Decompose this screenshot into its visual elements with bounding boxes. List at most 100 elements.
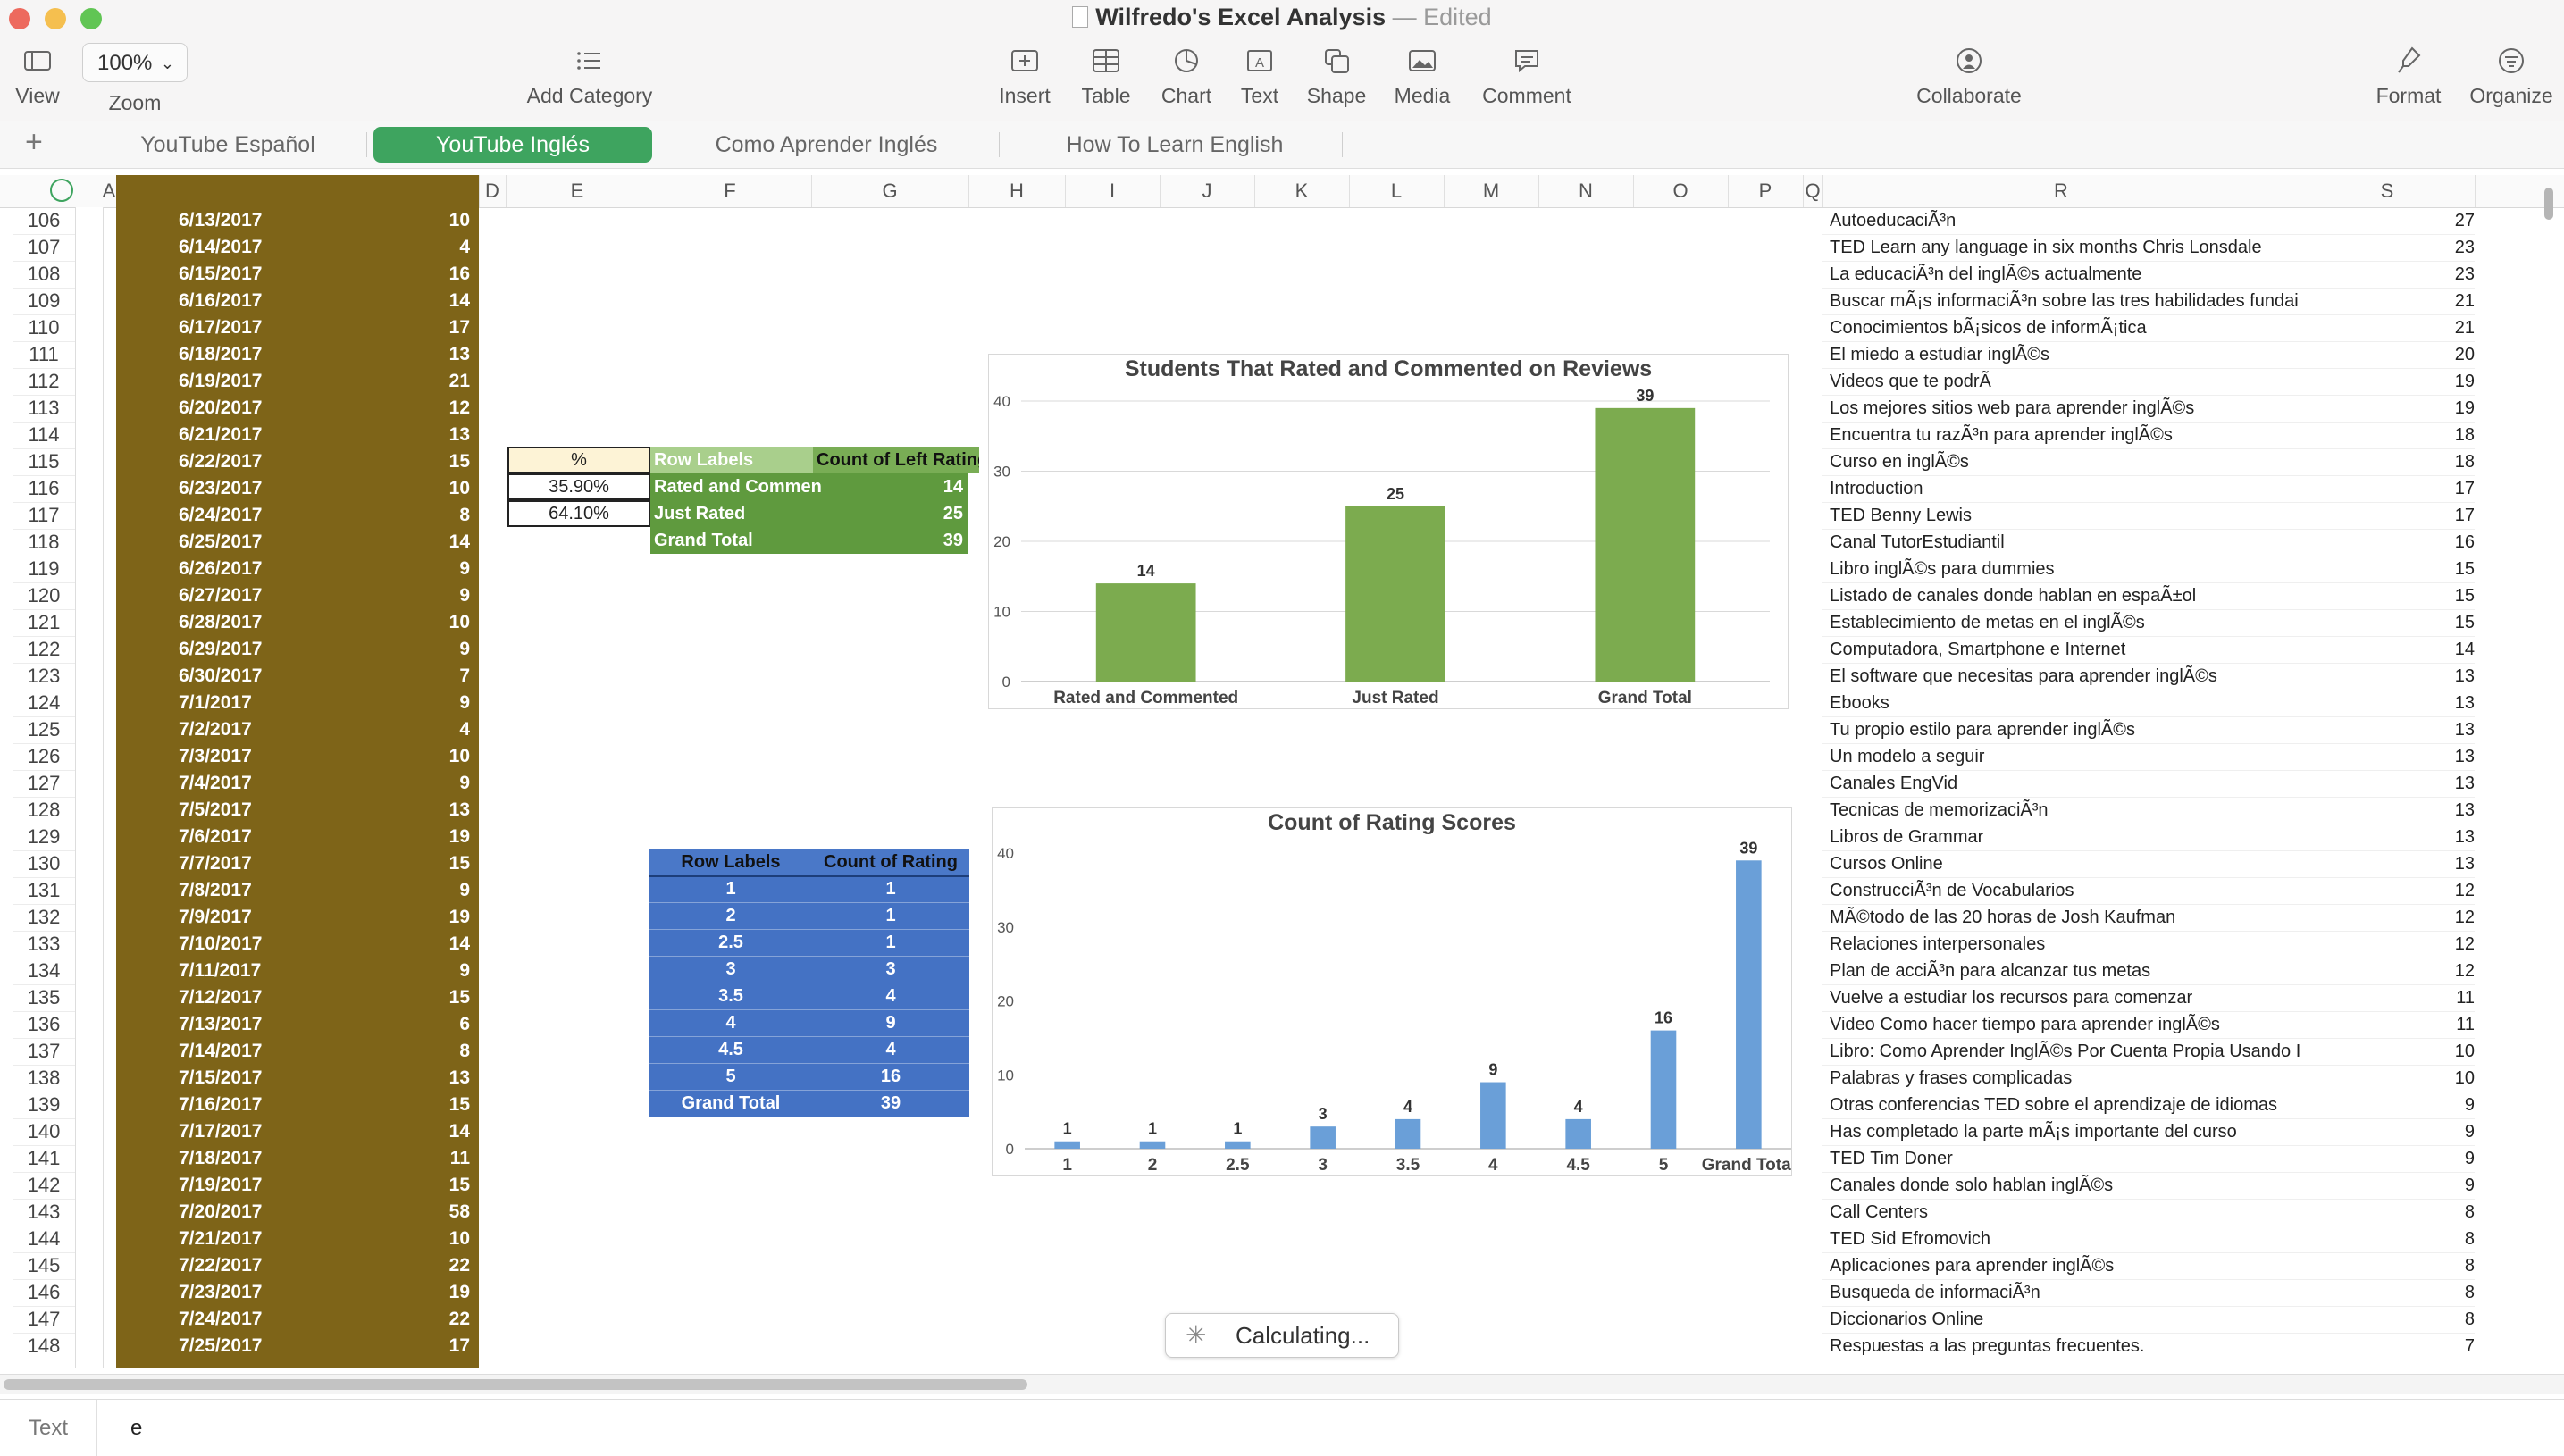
column-header[interactable]: L [1349, 175, 1445, 207]
list-item[interactable]: Listado de canales donde hablan en espaÃ… [1822, 582, 2475, 610]
data-row[interactable]: 6/18/2017 13 [116, 341, 479, 368]
pivot-row[interactable]: Rated and Commen 14 [650, 473, 968, 500]
row-number[interactable]: 116 [13, 475, 75, 503]
list-item[interactable]: Computadora, Smartphone e Internet 14 [1822, 636, 2475, 664]
data-row[interactable]: 6/16/2017 14 [116, 288, 479, 314]
data-row[interactable]: 7/4/2017 9 [116, 770, 479, 797]
percent-cell[interactable]: 64.10% [507, 500, 650, 527]
list-item[interactable]: Busqueda de informaciÃ³n 8 [1822, 1279, 2475, 1307]
data-row[interactable]: 6/14/2017 4 [116, 234, 479, 261]
chart-rating-scores[interactable]: Count of Rating Scores 0 10 20 30 40 1 1 1 2 1 2.5… [992, 807, 1792, 1176]
row-number[interactable]: 147 [13, 1306, 75, 1334]
pivot-row[interactable]: 49 [649, 1009, 969, 1037]
bar[interactable] [1565, 1118, 1591, 1149]
chart-rated-commented[interactable]: Students That Rated and Commented on Rev… [988, 354, 1789, 709]
zoom-select[interactable]: 100% ⌄ [82, 43, 188, 82]
list-item[interactable]: Canal TutorEstudiantil 16 [1822, 529, 2475, 556]
data-row[interactable]: 6/28/2017 10 [116, 609, 479, 636]
list-item[interactable]: Tu propio estilo para aprender inglÃ©s 13 [1822, 716, 2475, 744]
chart-button[interactable]: Chart [1152, 43, 1220, 108]
list-item[interactable]: Aplicaciones para aprender inglÃ©s 8 [1822, 1252, 2475, 1280]
data-row[interactable]: 6/17/2017 17 [116, 314, 479, 341]
row-number[interactable]: 127 [13, 770, 75, 798]
row-number[interactable]: 120 [13, 582, 75, 610]
column-header[interactable]: G [811, 175, 969, 207]
row-number[interactable]: 117 [13, 502, 75, 530]
bar[interactable] [1225, 1141, 1251, 1149]
media-button[interactable]: Media [1387, 43, 1458, 108]
pivot-row[interactable]: Grand Total 39 [649, 1090, 969, 1117]
data-row[interactable]: 6/29/2017 9 [116, 636, 479, 663]
pivot-row[interactable]: 33 [649, 956, 969, 983]
bar[interactable] [1650, 1030, 1677, 1149]
column-header[interactable]: D [479, 175, 507, 207]
list-item[interactable]: Relaciones interpersonales 12 [1822, 931, 2475, 958]
list-item[interactable]: Plan de acciÃ³n para alcanzar tus metas 1… [1822, 958, 2475, 985]
row-number[interactable]: 106 [13, 207, 75, 235]
row-number[interactable]: 130 [13, 850, 75, 878]
column-header[interactable]: S [2300, 175, 2476, 207]
data-row[interactable]: 6/25/2017 14 [116, 529, 479, 556]
column-header[interactable]: N [1538, 175, 1634, 207]
list-item[interactable]: Encuentra tu razÃ³n para aprender inglÃ©… [1822, 422, 2475, 449]
list-item[interactable]: El software que necesitas para aprender … [1822, 663, 2475, 690]
green-pivot-table[interactable]: Row Labels Count of Left Rating A Rated … [650, 447, 979, 554]
data-row[interactable]: 7/5/2017 13 [116, 797, 479, 824]
data-row[interactable]: 6/21/2017 13 [116, 422, 479, 448]
column-header[interactable]: M [1444, 175, 1539, 207]
blue-pivot-table[interactable]: Row Labels Count of Rating 1 1 2 1 2.5 1 3 3 3.5… [649, 849, 969, 1117]
row-number[interactable]: 109 [13, 288, 75, 315]
row-number[interactable]: 133 [13, 931, 75, 958]
list-item[interactable]: Tecnicas de memorizaciÃ³n 13 [1822, 797, 2475, 824]
pivot-row[interactable]: Grand Total 39 [650, 527, 968, 554]
data-row[interactable]: 6/20/2017 12 [116, 395, 479, 422]
row-number[interactable]: 138 [13, 1065, 75, 1092]
pivot-row[interactable]: 2.5 1 [649, 929, 969, 957]
list-item[interactable]: TED Tim Doner 9 [1822, 1145, 2475, 1173]
list-item[interactable]: Los mejores sitios web para aprender ing… [1822, 395, 2475, 423]
row-number[interactable]: 132 [13, 904, 75, 932]
collaborate-button[interactable]: Collaborate [1906, 43, 2032, 108]
select-all-button[interactable] [50, 179, 73, 202]
list-item[interactable]: Libros de Grammar 13 [1822, 824, 2475, 851]
list-item[interactable]: Has completado la parte mÃ¡s importante … [1822, 1118, 2475, 1146]
list-item[interactable]: Videos que te podrÃ 19 [1822, 368, 2475, 396]
data-row[interactable]: 7/1/2017 9 [116, 690, 479, 716]
column-header[interactable]: J [1160, 175, 1255, 207]
add-sheet-icon[interactable]: + [25, 125, 43, 160]
bar[interactable] [1395, 1118, 1421, 1149]
row-number[interactable]: 141 [13, 1145, 75, 1173]
row-number[interactable]: 110 [13, 314, 75, 342]
row-number[interactable]: 129 [13, 824, 75, 851]
tab-youtube-ingles[interactable]: YouTube Inglés [373, 127, 652, 163]
list-item[interactable]: TED Benny Lewis 17 [1822, 502, 2475, 530]
column-header[interactable]: F [649, 175, 812, 207]
view-button[interactable]: View [7, 43, 68, 108]
list-item[interactable]: Otras conferencias TED sobre el aprendiz… [1822, 1092, 2475, 1119]
list-item[interactable]: Introduction 17 [1822, 475, 2475, 503]
bar[interactable] [1480, 1082, 1506, 1149]
data-row[interactable]: 6/13/2017 10 [116, 207, 479, 234]
data-row[interactable]: 7/7/2017 15 [116, 850, 479, 877]
row-number[interactable]: 131 [13, 877, 75, 905]
data-row[interactable]: 7/18/2017 11 [116, 1145, 479, 1172]
data-row[interactable]: 7/2/2017 4 [116, 716, 479, 743]
data-row[interactable]: 6/30/2017 7 [116, 663, 479, 690]
row-number[interactable]: 142 [13, 1172, 75, 1200]
pivot-row[interactable]: 5 16 [649, 1063, 969, 1091]
column-header[interactable]: E [506, 175, 649, 207]
tab-como-aprender-ingles[interactable]: Como Aprender Inglés [679, 127, 974, 163]
column-header[interactable]: R [1822, 175, 2300, 207]
list-item[interactable]: Respuestas a las preguntas frecuentes. 7 [1822, 1333, 2475, 1360]
list-item[interactable]: Un modelo a seguir 13 [1822, 743, 2475, 771]
percent-cell[interactable]: 35.90% [507, 473, 650, 500]
list-item[interactable]: MÃ©todo de las 20 horas de Josh Kaufman 1… [1822, 904, 2475, 932]
column-header[interactable]: Q [1803, 175, 1823, 207]
data-row[interactable]: 6/19/2017 21 [116, 368, 479, 395]
list-item[interactable]: Video Como hacer tiempo para aprender in… [1822, 1011, 2475, 1039]
shape-button[interactable]: Shape [1303, 43, 1370, 108]
data-row[interactable]: 7/24/2017 22 [116, 1306, 479, 1333]
data-row[interactable]: 6/15/2017 16 [116, 261, 479, 288]
row-number[interactable]: 126 [13, 743, 75, 771]
list-item[interactable]: La educaciÃ³n del inglÃ©s actualmente 23 [1822, 261, 2475, 289]
